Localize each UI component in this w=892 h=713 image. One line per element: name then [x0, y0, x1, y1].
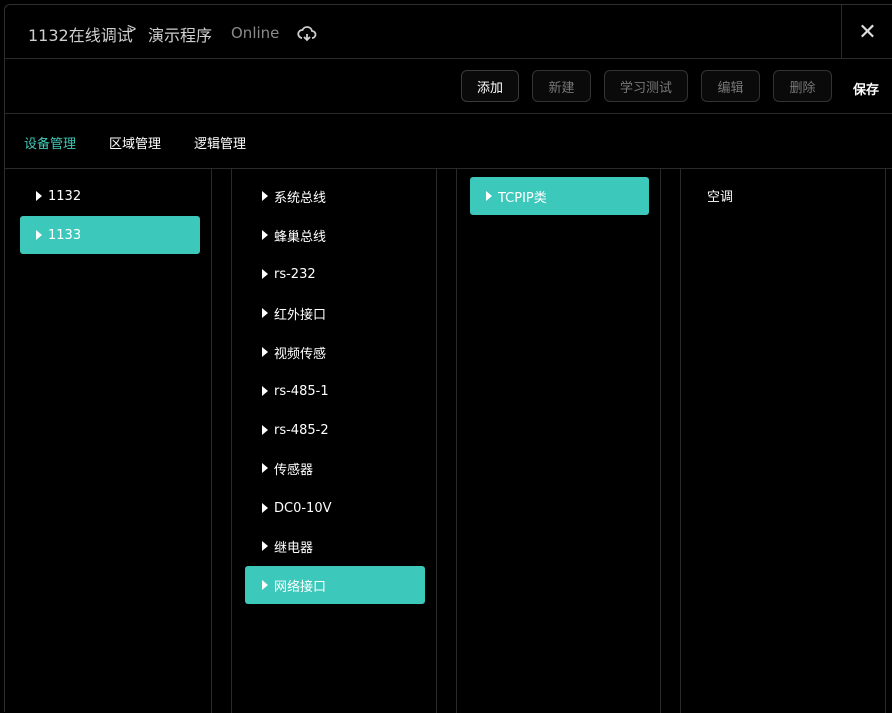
caret-right-icon: [262, 308, 268, 318]
column-divider: [885, 169, 886, 713]
list-item-interface[interactable]: rs-232: [245, 255, 425, 293]
list-item-label: DC0-10V: [274, 500, 332, 516]
tab-logic-management[interactable]: 逻辑管理: [194, 133, 246, 152]
list-item-label: 1133: [48, 227, 82, 243]
title-bar: 1132在线调试 > 演示程序 Online ✕: [5, 5, 892, 59]
column-divider: [436, 169, 437, 713]
list-item-interface[interactable]: rs-485-2: [245, 411, 425, 449]
list-item-label: rs-485-2: [274, 422, 329, 438]
list-item-controller[interactable]: 1133: [20, 216, 200, 254]
list-item-label: 继电器: [274, 540, 314, 556]
column-divider: [660, 169, 661, 713]
breadcrumb-separator: >: [127, 21, 137, 38]
close-button[interactable]: ✕: [841, 5, 892, 58]
list-item-label: 红外接口: [274, 307, 327, 323]
list-item-interface[interactable]: 蜂巢总线: [245, 216, 425, 254]
list-item-label: 网络接口: [274, 579, 327, 595]
tab-device-management[interactable]: 设备管理: [24, 133, 76, 152]
close-icon: ✕: [858, 18, 877, 44]
caret-right-icon: [262, 541, 268, 551]
cloud-sync-icon[interactable]: [297, 25, 317, 43]
list-item-label: 蜂巢总线: [274, 229, 327, 245]
toolbar: 添加 新建 学习测试 编辑 删除 保存: [5, 59, 892, 114]
list-item-interface[interactable]: rs-485-1: [245, 372, 425, 410]
save-button[interactable]: 保存: [853, 79, 879, 98]
column-divider: [680, 169, 681, 713]
breadcrumb-root[interactable]: 1132在线调试: [28, 22, 133, 46]
caret-right-icon: [262, 580, 268, 590]
breadcrumb-current: 演示程序: [148, 26, 213, 45]
app-window: 1132在线调试 > 演示程序 Online ✕ 添加 新建 学习测试 编辑 删…: [4, 4, 892, 713]
list-item-interface[interactable]: DC0-10V: [245, 489, 425, 527]
list-item-controller[interactable]: 1132: [20, 177, 200, 215]
list-item-device[interactable]: 空调: [695, 176, 875, 214]
caret-right-icon: [36, 191, 42, 201]
caret-right-icon: [486, 191, 492, 201]
tab-area-management[interactable]: 区域管理: [109, 133, 161, 152]
list-item-interface[interactable]: 视频传感: [245, 333, 425, 371]
list-item-interface[interactable]: 系统总线: [245, 177, 425, 215]
list-item-label: TCPIP类: [498, 190, 547, 206]
caret-right-icon: [262, 269, 268, 279]
learn-test-button[interactable]: 学习测试: [604, 70, 688, 102]
column-divider: [456, 169, 457, 713]
caret-right-icon: [262, 503, 268, 513]
list-item-interface[interactable]: 继电器: [245, 527, 425, 565]
list-item-label: 1132: [48, 188, 82, 204]
new-button[interactable]: 新建: [532, 70, 591, 102]
list-item-interface[interactable]: 传感器: [245, 449, 425, 487]
column-divider: [211, 169, 212, 713]
list-item-interface[interactable]: 网络接口: [245, 566, 425, 604]
caret-right-icon: [36, 230, 42, 240]
list-item-label: 系统总线: [274, 190, 327, 206]
caret-right-icon: [262, 463, 268, 473]
list-item-category[interactable]: TCPIP类: [470, 177, 649, 215]
list-item-label: rs-485-1: [274, 383, 329, 399]
list-item-label: rs-232: [274, 266, 316, 282]
list-item-label: 视频传感: [274, 346, 327, 362]
caret-right-icon: [262, 191, 268, 201]
tab-bar: 设备管理 区域管理 逻辑管理: [5, 114, 892, 169]
add-button[interactable]: 添加: [461, 70, 519, 102]
edit-button[interactable]: 编辑: [701, 70, 760, 102]
caret-right-icon: [262, 386, 268, 396]
connection-status: Online: [231, 24, 280, 42]
caret-right-icon: [262, 347, 268, 357]
list-item-interface[interactable]: 红外接口: [245, 294, 425, 332]
caret-right-icon: [262, 230, 268, 240]
delete-button[interactable]: 删除: [773, 70, 832, 102]
caret-right-icon: [262, 425, 268, 435]
list-item-label: 传感器: [274, 462, 314, 478]
list-item-label: 空调: [707, 189, 734, 205]
column-divider: [231, 169, 232, 713]
